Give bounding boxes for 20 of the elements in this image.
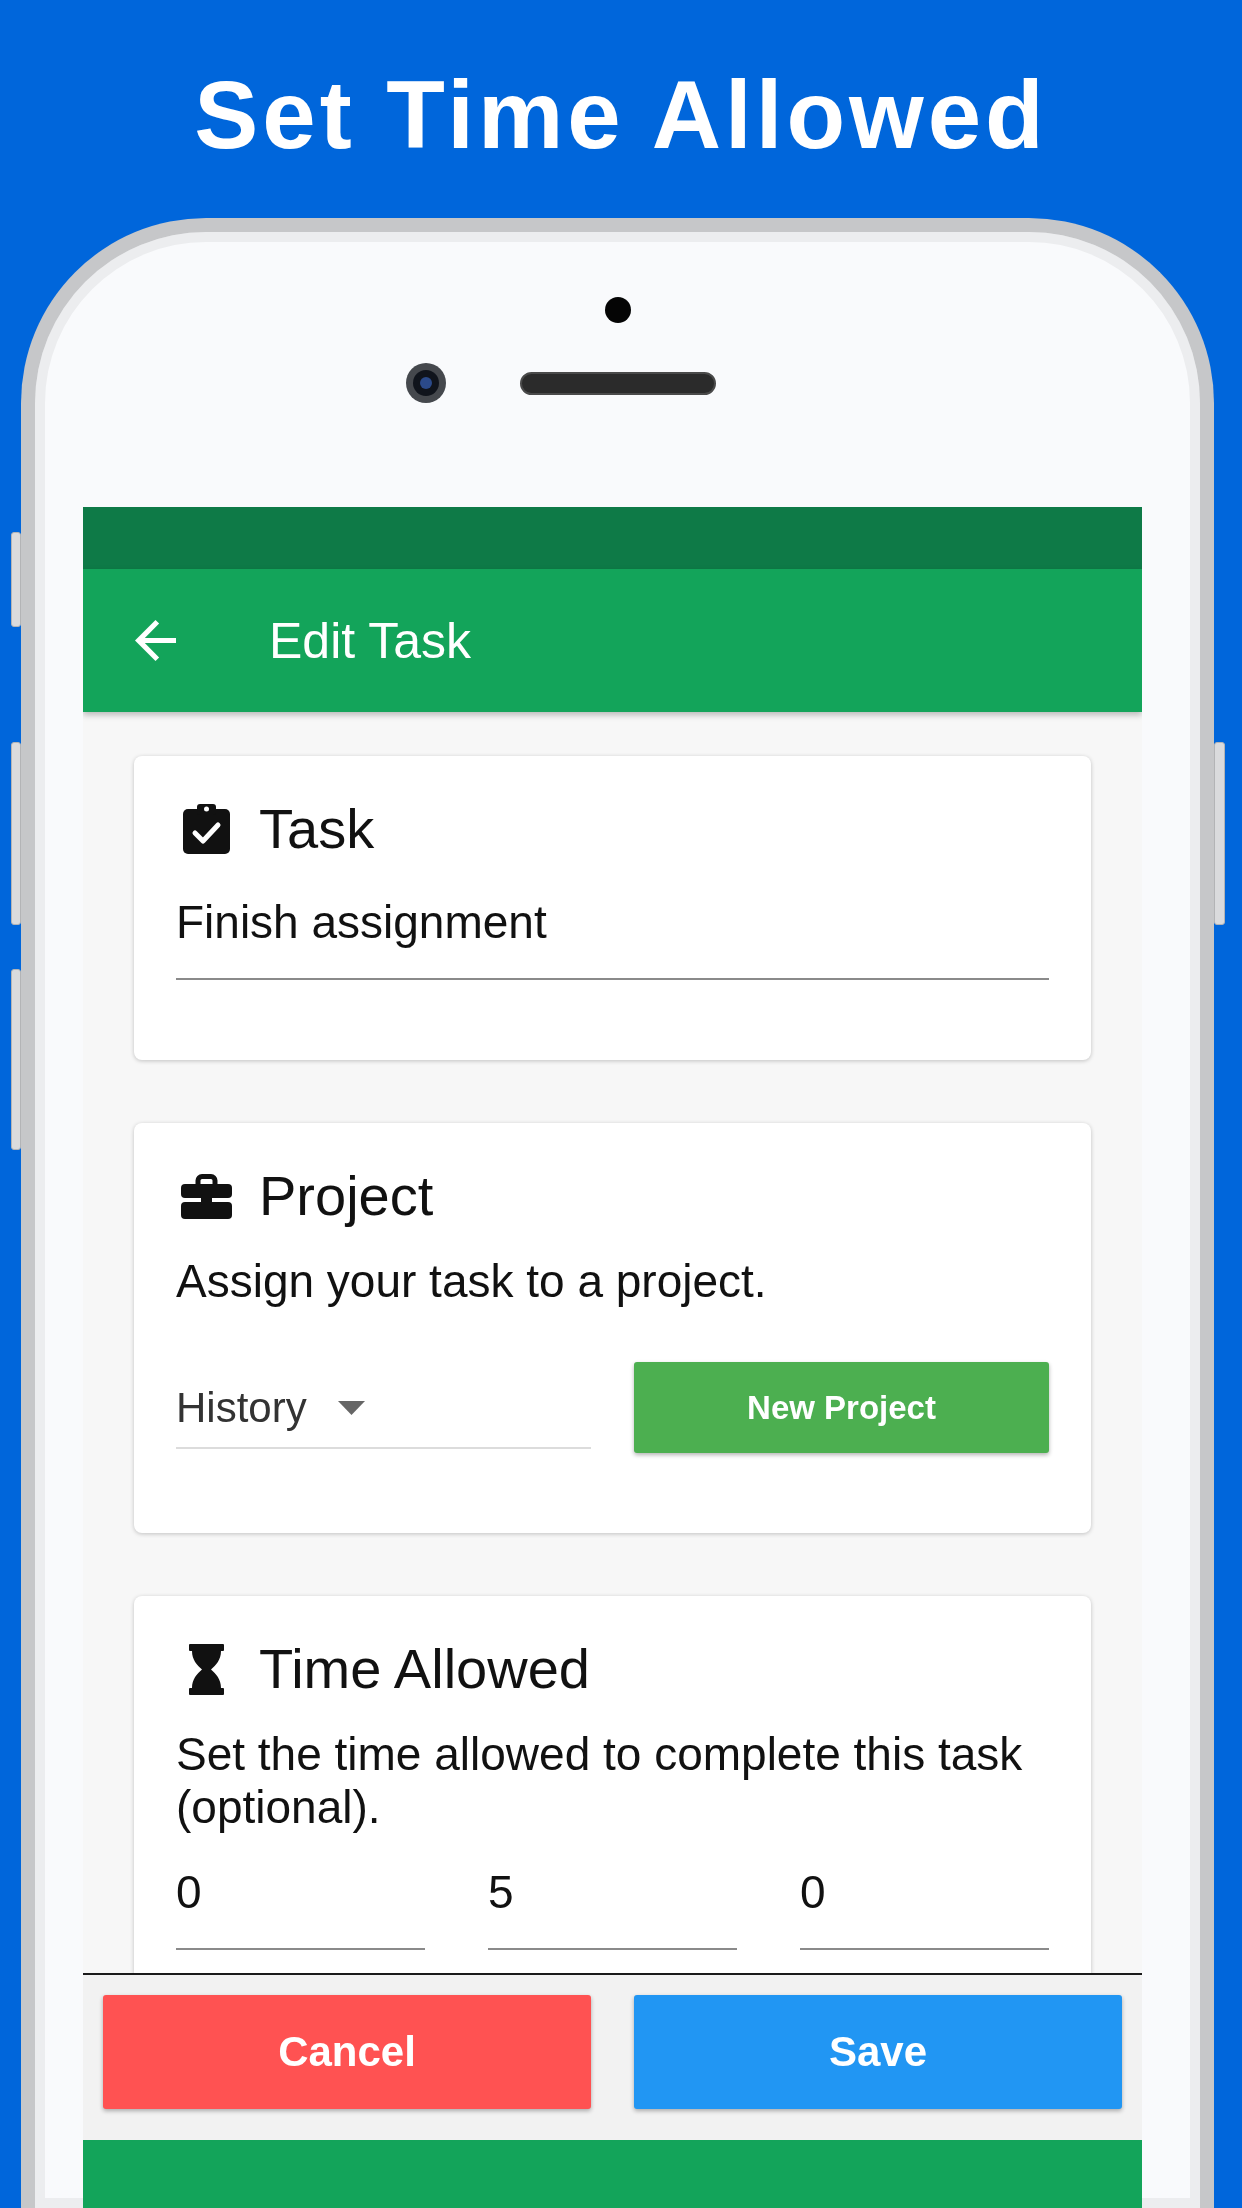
task-input[interactable]: Finish assignment <box>176 894 1049 980</box>
speaker-icon <box>519 371 716 395</box>
back-icon[interactable] <box>135 620 176 661</box>
screen-title: Edit Task <box>269 611 471 671</box>
card-title: Task <box>259 796 375 862</box>
card-description: Set the time allowed to complete this task (optional). <box>176 1728 1024 1834</box>
hourglass-icon <box>188 1643 224 1695</box>
sensor-dot-icon <box>604 297 631 323</box>
project-dropdown[interactable]: History <box>176 1383 591 1449</box>
camera-lens-icon <box>405 363 446 403</box>
time-input[interactable]: 5 <box>488 1864 737 1950</box>
clipboard-check-icon <box>182 804 230 854</box>
briefcase-icon <box>180 1173 232 1219</box>
card-description: Assign your task to a project. <box>176 1255 768 1308</box>
card-title: Project <box>259 1163 434 1229</box>
time-input[interactable]: 0 <box>176 1864 425 1950</box>
caret-icon <box>337 1401 365 1415</box>
headline: Set Time Allowed <box>193 60 1049 170</box>
card-title: Time Allowed <box>259 1636 590 1702</box>
time-input[interactable]: 0 <box>800 1864 1049 1950</box>
